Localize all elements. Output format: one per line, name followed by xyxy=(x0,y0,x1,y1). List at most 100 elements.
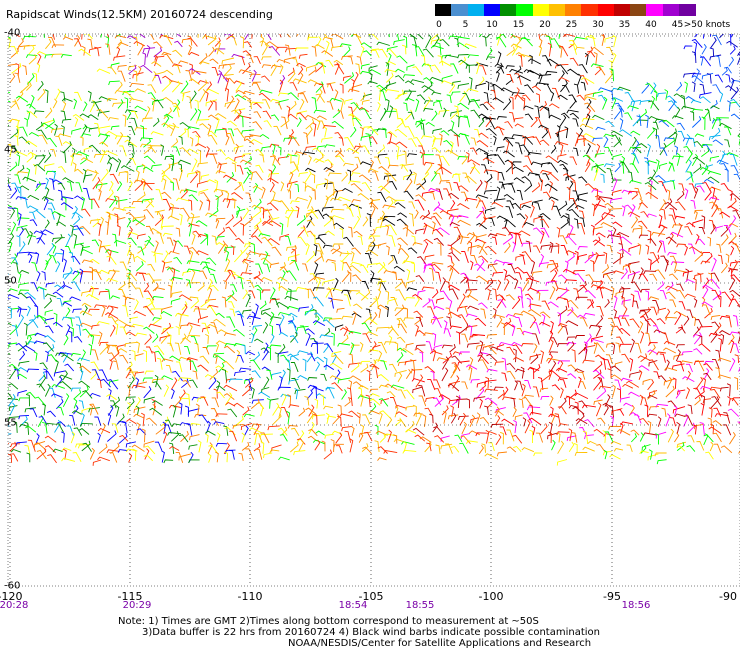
wind-barb xyxy=(254,148,265,156)
wind-barb xyxy=(161,80,171,92)
wind-barb xyxy=(478,255,489,263)
wind-barb xyxy=(62,285,72,290)
wind-barb xyxy=(180,91,185,102)
legend-swatch xyxy=(532,4,550,16)
wind-barb xyxy=(585,333,592,344)
wind-barb xyxy=(386,416,393,427)
wind-barb xyxy=(269,324,274,336)
wind-barb xyxy=(661,407,667,417)
wind-barb xyxy=(17,308,28,313)
wind-barb xyxy=(113,360,119,370)
wind-barb xyxy=(705,451,714,460)
wind-barb xyxy=(412,242,423,246)
wind-barb xyxy=(33,351,38,361)
wind-barb xyxy=(448,252,460,262)
wind-barb xyxy=(121,165,135,172)
wind-barb xyxy=(136,164,145,171)
wind-barb xyxy=(311,97,318,110)
wind-barb xyxy=(235,80,242,92)
wind-barb xyxy=(612,153,623,161)
wind-barb xyxy=(449,288,459,300)
wind-barb xyxy=(90,370,97,380)
wind-barb xyxy=(413,171,417,184)
wind-barb xyxy=(287,113,298,120)
wind-barb xyxy=(396,336,406,343)
wind-barb xyxy=(44,383,51,397)
wind-barb xyxy=(37,80,44,91)
wind-barb xyxy=(397,153,406,160)
wind-barb xyxy=(206,199,211,211)
wind-barb xyxy=(82,305,88,316)
wind-barb xyxy=(289,82,298,91)
wind-barb xyxy=(367,80,378,85)
wind-barb xyxy=(298,306,309,312)
wind-barb xyxy=(233,128,245,139)
wind-barb xyxy=(623,402,634,407)
wind-barb xyxy=(71,127,82,135)
wind-barb xyxy=(8,228,11,230)
wind-barb xyxy=(571,432,578,443)
wind-barb xyxy=(362,414,371,425)
wind-barb xyxy=(566,341,577,346)
wind-barb xyxy=(323,405,334,410)
wind-barb xyxy=(15,342,28,352)
wind-barb xyxy=(402,226,415,235)
wind-barb xyxy=(584,434,594,440)
wind-barb xyxy=(479,103,489,111)
wind-barb xyxy=(101,305,106,317)
wind-barb xyxy=(10,208,16,218)
wind-barb xyxy=(268,220,282,227)
wind-barb xyxy=(253,182,259,193)
wind-barb xyxy=(506,346,515,356)
wind-barb xyxy=(177,163,182,173)
wind-barb xyxy=(10,221,17,235)
wind-barb xyxy=(397,117,406,128)
wind-barb xyxy=(216,340,227,345)
wind-barb xyxy=(66,181,73,192)
wind-barb xyxy=(331,215,345,220)
wind-barb xyxy=(306,195,313,209)
wind-barb xyxy=(575,334,585,339)
wind-barb xyxy=(645,191,659,200)
wind-barb xyxy=(433,379,441,389)
wind-barb xyxy=(19,350,26,361)
wind-barb xyxy=(638,224,643,236)
wind-barb xyxy=(40,287,45,300)
time-label: 18:56 xyxy=(621,600,651,611)
wind-barb xyxy=(125,211,137,221)
wind-barb xyxy=(712,139,723,146)
wind-barb xyxy=(144,334,152,345)
wind-barb xyxy=(698,325,713,331)
wind-barb xyxy=(544,128,552,139)
wind-barb xyxy=(138,272,146,282)
wind-barb xyxy=(46,137,57,148)
wind-barb xyxy=(162,232,173,237)
wind-barb xyxy=(652,300,660,310)
wind-barb xyxy=(159,218,164,228)
wind-barb xyxy=(414,296,420,307)
wind-barb xyxy=(665,385,675,398)
wind-barb xyxy=(89,392,101,397)
wind-barb xyxy=(165,364,172,373)
wind-barb xyxy=(375,326,390,332)
wind-barb xyxy=(109,452,118,463)
wind-barb xyxy=(261,56,272,61)
wind-barb xyxy=(315,272,325,278)
wind-barb xyxy=(413,310,424,318)
wind-barb xyxy=(540,423,548,435)
wind-barb xyxy=(550,38,561,49)
wind-barb xyxy=(559,235,568,245)
wind-barb xyxy=(434,388,444,400)
wind-barb xyxy=(545,155,559,164)
wind-barb xyxy=(438,133,443,146)
wind-barb xyxy=(253,198,262,210)
wind-barb xyxy=(457,203,470,210)
wind-barb xyxy=(664,89,669,100)
wind-barb xyxy=(225,226,237,237)
wind-barb xyxy=(541,300,551,311)
wind-barb xyxy=(296,34,299,37)
wind-barb xyxy=(360,92,367,102)
wind-barb xyxy=(96,321,110,325)
wind-barb xyxy=(91,349,99,361)
wind-barb xyxy=(395,75,405,82)
